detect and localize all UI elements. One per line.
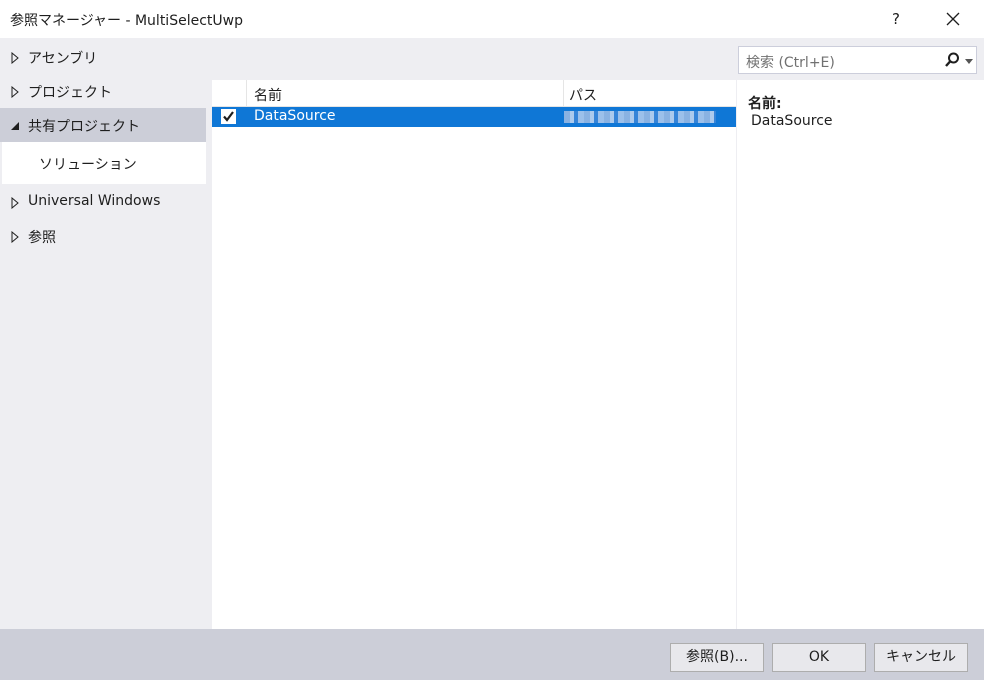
checkmark-icon (223, 111, 234, 122)
sidebar-item-label: アセンブリ (28, 51, 98, 67)
browse-button[interactable]: 参照(B)... (670, 643, 764, 672)
reference-list: 名前 パス DataSource (212, 80, 736, 629)
sidebar-item-browse[interactable]: 参照 (0, 219, 206, 253)
ok-button[interactable]: OK (772, 643, 866, 672)
column-header-name[interactable]: 名前 (254, 85, 282, 105)
sidebar-item-label: Universal Windows (28, 193, 161, 209)
sidebar-item-label: ソリューション (39, 157, 137, 173)
detail-name-value: DataSource (751, 113, 833, 129)
column-divider[interactable] (246, 80, 247, 106)
search-icon[interactable] (944, 52, 960, 68)
title-bar: 参照マネージャー - MultiSelectUwp ? (0, 0, 984, 38)
sidebar-item-universal-windows[interactable]: Universal Windows (0, 185, 206, 219)
close-icon (946, 12, 960, 26)
expand-arrow-icon[interactable] (10, 231, 20, 243)
search-input[interactable]: 検索 (Ctrl+E) (738, 46, 977, 74)
reference-name: DataSource (254, 108, 336, 124)
details-panel: 名前: DataSource (737, 80, 984, 629)
column-divider[interactable] (563, 80, 564, 106)
category-sidebar: アセンブリ プロジェクト 共有プロジェクト ソリューション Universal … (0, 38, 206, 630)
reference-path-blurred (564, 111, 716, 123)
expand-arrow-icon[interactable] (10, 86, 20, 98)
list-header: 名前 パス (212, 80, 736, 107)
sidebar-item-label: プロジェクト (28, 85, 112, 101)
detail-name-label: 名前: (748, 96, 782, 112)
chevron-down-icon[interactable] (965, 59, 973, 64)
sidebar-item-shared-projects[interactable]: 共有プロジェクト (0, 108, 206, 142)
sidebar-item-solution[interactable]: ソリューション (2, 142, 206, 184)
cancel-button[interactable]: キャンセル (874, 643, 968, 672)
sidebar-item-assemblies[interactable]: アセンブリ (0, 40, 206, 74)
table-row[interactable]: DataSource (212, 107, 736, 127)
sidebar-item-label: 共有プロジェクト (28, 119, 140, 135)
collapse-arrow-icon[interactable] (10, 120, 20, 132)
window-title: 参照マネージャー - MultiSelectUwp (10, 13, 243, 29)
sidebar-item-label: 参照 (28, 230, 56, 246)
column-header-path[interactable]: パス (569, 85, 597, 105)
close-button[interactable] (936, 4, 970, 34)
search-placeholder: 検索 (Ctrl+E) (746, 55, 835, 71)
expand-arrow-icon[interactable] (10, 197, 20, 209)
help-button[interactable]: ? (884, 6, 908, 32)
reference-checkbox[interactable] (221, 109, 236, 124)
expand-arrow-icon[interactable] (10, 52, 20, 64)
sidebar-item-projects[interactable]: プロジェクト (0, 74, 206, 108)
